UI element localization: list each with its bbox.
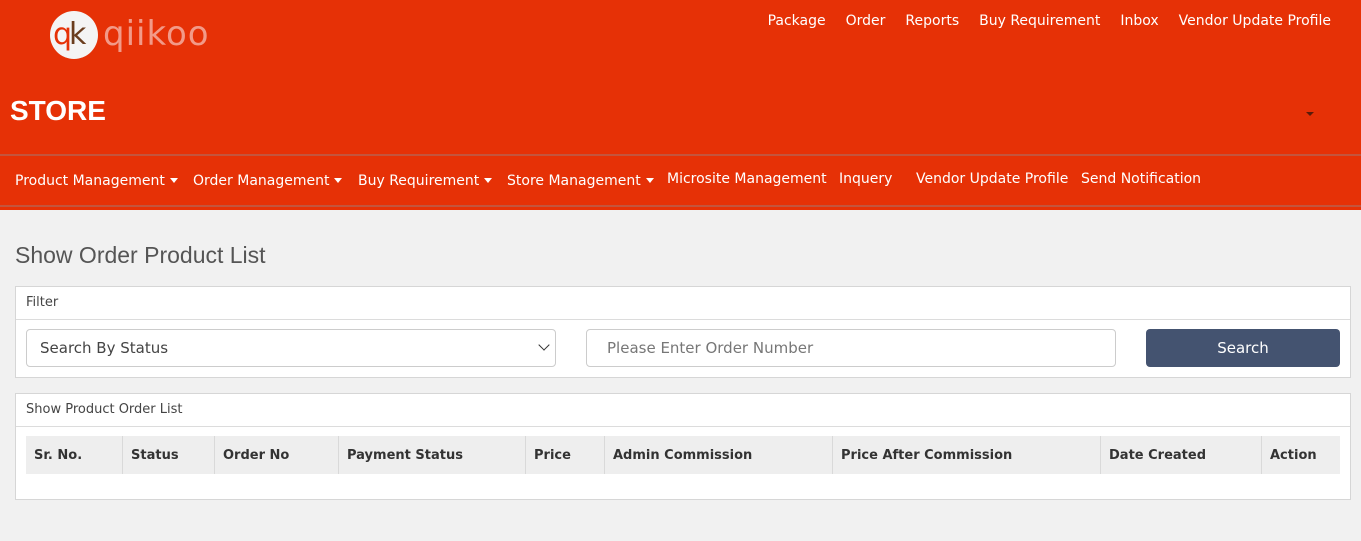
column-header-admin-commission[interactable]: Admin Commission xyxy=(604,436,833,474)
caret-down-icon xyxy=(484,178,493,183)
nav-inquery[interactable]: Inquery xyxy=(839,171,892,187)
order-list-panel: Show Product Order List Sr. No. Status O… xyxy=(15,393,1351,500)
status-select[interactable]: Search By Status xyxy=(26,329,556,367)
nav-order-management[interactable]: Order Management xyxy=(193,173,343,189)
top-nav-order[interactable]: Order xyxy=(846,13,886,29)
column-header-payment-status[interactable]: Payment Status xyxy=(338,436,526,474)
status-select-value: Search By Status xyxy=(40,339,169,357)
orders-table: Sr. No. Status Order No Payment Status P… xyxy=(26,436,1340,474)
column-header-order-no[interactable]: Order No xyxy=(214,436,339,474)
chevron-down-icon xyxy=(538,339,550,351)
caret-down-icon xyxy=(334,178,343,183)
page-title: Show Order Product List xyxy=(15,242,266,268)
top-nav-vendor-update-profile[interactable]: Vendor Update Profile xyxy=(1179,13,1331,29)
nav-send-notification[interactable]: Send Notification xyxy=(1081,171,1201,187)
nav-label: Store Management xyxy=(507,173,641,189)
nav-buy-requirement[interactable]: Buy Requirement xyxy=(358,173,493,189)
column-header-sr-no[interactable]: Sr. No. xyxy=(26,436,123,474)
main-nav: Product Management Order Management Buy … xyxy=(0,154,1361,207)
caret-down-icon xyxy=(169,178,178,183)
logo-mark: qk xyxy=(53,17,87,52)
nav-label: Product Management xyxy=(15,173,165,189)
top-nav-inbox[interactable]: Inbox xyxy=(1120,13,1158,29)
order-list-panel-title: Show Product Order List xyxy=(16,394,1350,427)
filter-panel-title: Filter xyxy=(16,287,1350,320)
header: qk qiikoo Package Order Reports Buy Requ… xyxy=(0,0,1361,210)
column-header-date-created[interactable]: Date Created xyxy=(1100,436,1262,474)
top-nav-reports[interactable]: Reports xyxy=(905,13,959,29)
logo-text: qiikoo xyxy=(103,14,210,54)
nav-product-management[interactable]: Product Management xyxy=(15,173,178,189)
nav-label: Order Management xyxy=(193,173,330,189)
column-header-action[interactable]: Action xyxy=(1261,436,1340,474)
column-header-status[interactable]: Status xyxy=(122,436,215,474)
search-button[interactable]: Search xyxy=(1146,329,1340,367)
nav-label: Buy Requirement xyxy=(358,173,480,189)
store-title: STORE xyxy=(10,95,106,126)
nav-vendor-update-profile[interactable]: Vendor Update Profile xyxy=(916,171,1068,187)
order-number-input[interactable]: Please Enter Order Number xyxy=(586,329,1116,367)
logo[interactable]: qk qiikoo xyxy=(48,10,248,62)
top-nav-buy-requirement[interactable]: Buy Requirement xyxy=(979,13,1100,29)
nav-store-management[interactable]: Store Management xyxy=(507,173,654,189)
top-nav: Package Order Reports Buy Requirement In… xyxy=(768,13,1331,29)
table-header-row: Sr. No. Status Order No Payment Status P… xyxy=(26,436,1340,474)
nav-microsite-management[interactable]: Microsite Management xyxy=(667,171,827,187)
top-nav-package[interactable]: Package xyxy=(768,13,826,29)
column-header-price[interactable]: Price xyxy=(525,436,605,474)
column-header-price-after-commission[interactable]: Price After Commission xyxy=(832,436,1101,474)
user-dropdown-caret-icon[interactable] xyxy=(1306,112,1314,116)
caret-down-icon xyxy=(645,178,654,183)
filter-panel: Filter Search By Status Please Enter Ord… xyxy=(15,286,1351,378)
